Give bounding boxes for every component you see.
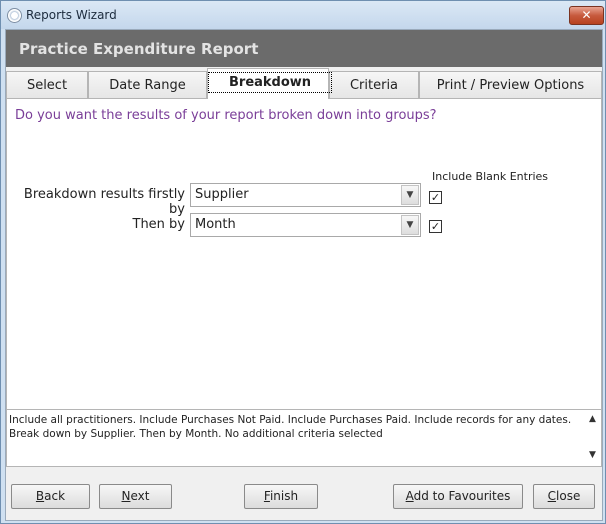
back-label: ack xyxy=(44,489,66,503)
add-to-favourites-button[interactable]: Add to Favourites xyxy=(393,484,523,509)
tab-breakdown[interactable]: Breakdown xyxy=(207,68,333,99)
favourites-accelerator: A xyxy=(405,489,414,503)
favourites-label: dd to Favourites xyxy=(413,489,511,503)
next-button[interactable]: Next xyxy=(99,484,172,509)
back-button[interactable]: Back xyxy=(11,484,90,509)
wizard-tabs: Select Date Range Breakdown Criteria Pri… xyxy=(6,68,602,99)
breakdown-panel: Do you want the results of your report b… xyxy=(6,98,602,410)
breakdown-first-label: Breakdown results firstly by xyxy=(23,187,185,217)
tab-criteria[interactable]: Criteria xyxy=(329,71,419,98)
report-summary-text: Include all practitioners. Include Purch… xyxy=(9,414,572,440)
breakdown-first-select[interactable]: Supplier ▼ xyxy=(190,183,421,207)
breakdown-first-value: Supplier xyxy=(195,187,249,202)
back-accelerator: B xyxy=(35,489,45,503)
wizard-body: Practice Expenditure Report Select Date … xyxy=(5,29,603,521)
scroll-up-icon[interactable]: ▲ xyxy=(589,414,596,424)
report-header: Practice Expenditure Report xyxy=(6,30,602,67)
chevron-down-icon[interactable]: ▼ xyxy=(401,215,419,235)
window-close-button[interactable]: ✕ xyxy=(569,6,604,25)
report-title: Practice Expenditure Report xyxy=(19,40,259,58)
close-accelerator: C xyxy=(547,489,557,503)
include-blank-entries-header: Include Blank Entries xyxy=(432,170,549,183)
next-accelerator: N xyxy=(121,489,131,503)
window-title: Reports Wizard xyxy=(26,8,117,22)
include-blank-first-checkbox[interactable]: ✓ xyxy=(429,191,442,204)
next-label: ext xyxy=(130,489,150,503)
tab-breakdown-label: Breakdown xyxy=(208,72,333,93)
chevron-down-icon[interactable]: ▼ xyxy=(401,185,419,205)
breakdown-question: Do you want the results of your report b… xyxy=(15,108,437,123)
breakdown-then-select[interactable]: Month ▼ xyxy=(190,213,421,237)
report-summary-box[interactable]: Include all practitioners. Include Purch… xyxy=(6,409,602,467)
scroll-down-icon[interactable]: ▼ xyxy=(589,450,596,460)
close-label: lose xyxy=(556,489,581,503)
app-icon xyxy=(7,8,22,23)
title-bar[interactable]: Reports Wizard ✕ xyxy=(1,1,605,29)
include-blank-then-checkbox[interactable]: ✓ xyxy=(429,220,442,233)
finish-button[interactable]: Finish xyxy=(244,484,318,509)
finish-label: inish xyxy=(269,489,299,503)
tab-date-range[interactable]: Date Range xyxy=(88,71,207,98)
close-button[interactable]: Close xyxy=(533,484,595,509)
breakdown-then-label: Then by xyxy=(132,217,186,232)
reports-wizard-window: Reports Wizard ✕ Practice Expenditure Re… xyxy=(0,0,606,524)
tab-select[interactable]: Select xyxy=(6,71,88,98)
tab-print-preview-options[interactable]: Print / Preview Options xyxy=(419,71,602,98)
breakdown-then-value: Month xyxy=(195,217,236,232)
